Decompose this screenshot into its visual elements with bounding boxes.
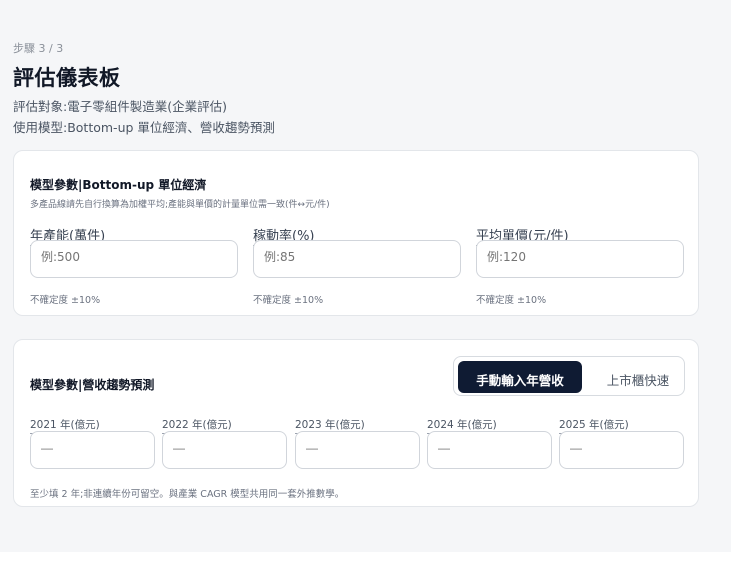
manual-revenue-tab[interactable]: 手動輸入年營收 [458,361,582,393]
model-used: 使用模型:Bottom-up 單位經濟、營收趨勢預測 [13,120,275,135]
page-title: 評估儀表板 [13,66,121,90]
unit-price-input[interactable] [476,240,684,278]
year-2025-input[interactable] [559,431,684,469]
unit-economics-note: 多產品線請先自行換算為加權平均;產能與單價的計量單位需一致(件↔元/件) [30,200,330,210]
year-2024-input[interactable] [427,431,552,469]
unit-economics-title: 模型參數|Bottom-up 單位經濟 [30,178,207,192]
unit-price-hint: 不確定度 ±10% [476,295,547,306]
year-2025-label: 2025 年(億元) [559,417,629,434]
utilization-hint: 不確定度 ±10% [253,295,324,306]
unit-economics-card: 模型參數|Bottom-up 單位經濟 多產品線請先自行換算為加權平均;產能與單… [13,150,699,316]
year-2024-label: 2024 年(億元) [427,417,497,434]
input-mode-toggle: 手動輸入年營收 上市櫃快速 [453,356,685,396]
year-2021-label: 2021 年(億元) [30,417,100,434]
year-2023-label: 2023 年(億元) [295,417,365,434]
utilization-input[interactable] [253,240,461,278]
step-indicator: 步驟 3 / 3 [13,42,64,55]
page: 步驟 3 / 3 評估儀表板 評估對象:電子零組件製造業(企業評估) 使用模型:… [0,0,715,569]
year-2022-input[interactable] [162,431,287,469]
capacity-hint: 不確定度 ±10% [30,295,101,306]
bottom-band [0,552,731,569]
listed-quick-tab[interactable]: 上市櫃快速 [594,361,682,393]
evaluation-subject: 評估對象:電子零組件製造業(企業評估) [13,99,227,114]
revenue-trend-footnote: 至少填 2 年;非連續年份可留空。與產業 CAGR 模型共用同一套外推數學。 [30,489,345,500]
revenue-trend-card: 模型參數|營收趨勢預測 手動輸入年營收 上市櫃快速 2021 年(億元) 202… [13,339,699,507]
year-2022-label: 2022 年(億元) [162,417,232,434]
year-2021-input[interactable] [30,431,155,469]
revenue-trend-title: 模型參數|營收趨勢預測 [30,378,155,392]
capacity-input[interactable] [30,240,238,278]
year-2023-input[interactable] [295,431,420,469]
